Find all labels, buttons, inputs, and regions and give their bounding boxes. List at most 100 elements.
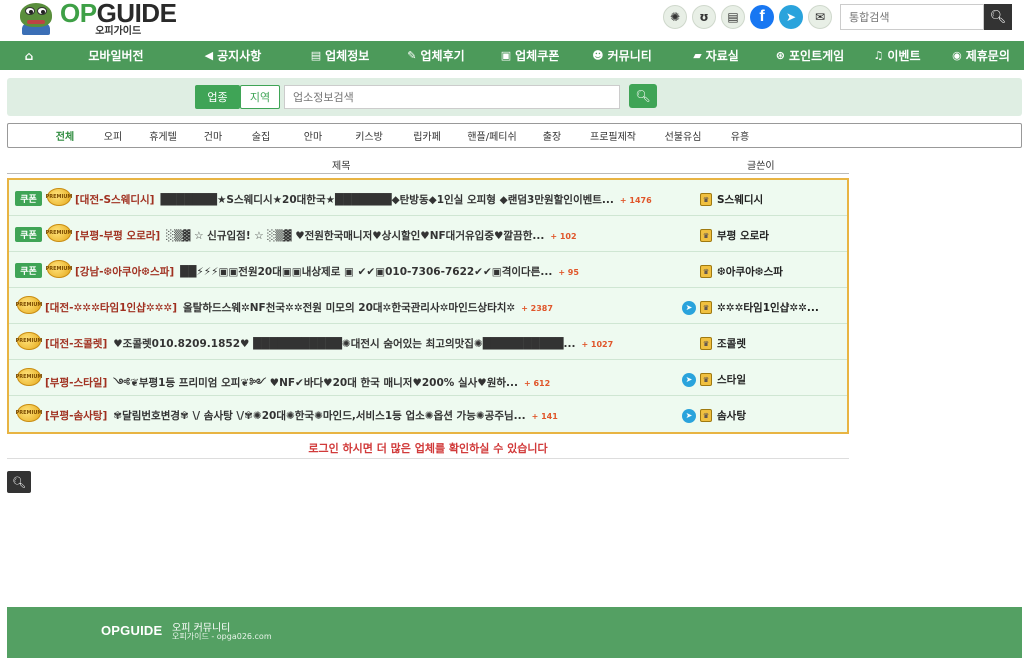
column-title: 제목 bbox=[332, 161, 351, 172]
telegram-icon[interactable]: ➤ bbox=[682, 372, 696, 387]
nav-company-info[interactable]: ▤ 업체정보 bbox=[292, 41, 388, 70]
listing-writer[interactable]: ♛ 부평 오로라 bbox=[700, 228, 769, 243]
list-search-button[interactable]: 🔍︎ bbox=[7, 471, 31, 493]
nav-company-review[interactable]: ✎ 업체후기 bbox=[388, 41, 484, 70]
facebook-icon[interactable]: f bbox=[750, 5, 774, 29]
coupon-badge: 쿠폰 bbox=[15, 191, 42, 206]
table-row[interactable]: PREMIUM [부평-솜사탕] ✾달림번호변경✾ \/ 솜사탕 \/✾✺20대✺… bbox=[9, 396, 847, 432]
tab-lipcafe[interactable]: 립카페 bbox=[396, 128, 458, 143]
listing-title[interactable]: [대전-조콜렛] ♥조콜렛010.8209.1852♥ ███████████✺대… bbox=[45, 336, 613, 351]
listing-title[interactable]: [대전-S스웨디시] ███████★S스웨디시★20대한국★███████◆탄방… bbox=[75, 192, 652, 207]
nav-company-coupon[interactable]: ▣ 업체쿠폰 bbox=[484, 41, 576, 70]
tab-anma[interactable]: 안마 bbox=[284, 128, 342, 143]
telegram-icon[interactable]: ➤ bbox=[682, 408, 696, 423]
nav-mobile[interactable]: 모바일버전 bbox=[58, 41, 174, 70]
listing-title[interactable]: [강남-❆아쿠아❆스파] ██⚡⚡⚡▣▣전원20대▣▣내상제로 ▣ ✔✔▣010-… bbox=[75, 264, 579, 279]
global-search: 🔍︎ bbox=[840, 4, 1012, 30]
folder-icon: ▰ bbox=[693, 49, 702, 62]
premium-medal-icon: PREMIUM bbox=[46, 260, 72, 278]
search-icon: 🔍︎ bbox=[635, 89, 651, 103]
tab-kissbang[interactable]: 키스방 bbox=[342, 128, 396, 143]
business-search-input[interactable] bbox=[284, 85, 620, 109]
filter-type-button[interactable]: 업종 bbox=[195, 85, 240, 109]
nav-partnership[interactable]: ◉ 제휴문의 bbox=[938, 41, 1024, 70]
mail-icon[interactable]: ✉ bbox=[808, 5, 832, 29]
tab-entertainment[interactable]: 유흥 bbox=[718, 128, 762, 143]
telegram-icon[interactable]: ➤ bbox=[779, 5, 803, 29]
table-row[interactable]: 쿠폰 PREMIUM [강남-❆아쿠아❆스파] ██⚡⚡⚡▣▣전원20대▣▣내상제… bbox=[9, 252, 847, 288]
nav-home[interactable]: ⌂ bbox=[0, 41, 58, 70]
listing-writer[interactable]: ♛ S스웨디시 bbox=[700, 192, 763, 207]
premium-medal-icon: PREMIUM bbox=[16, 368, 42, 386]
home-icon: ⌂ bbox=[24, 48, 34, 63]
login-prompt[interactable]: 로그인 하시면 더 많은 업체를 확인하실 수 있습니다 bbox=[7, 440, 849, 456]
premium-medal-icon: PREMIUM bbox=[16, 296, 42, 314]
tab-suljip[interactable]: 술집 bbox=[238, 128, 284, 143]
nav-event[interactable]: ♫ 이벤트 bbox=[856, 41, 938, 70]
rank-icon: ♛ bbox=[700, 193, 712, 206]
listing-writer[interactable]: ➤ ♛ 스타일 bbox=[682, 372, 746, 387]
logo-text: OPGUIDE bbox=[60, 0, 177, 28]
rank-icon: ♛ bbox=[700, 265, 712, 278]
listing-writer[interactable]: ♛ 조콜렛 bbox=[700, 336, 746, 351]
category-tabs: 전체 오피 휴게텔 건마 술집 안마 키스방 립카페 핸플/페티쉬 출장 프로필… bbox=[7, 123, 1022, 148]
table-row[interactable]: PREMIUM [대전-조콜렛] ♥조콜렛010.8209.1852♥ █████… bbox=[9, 324, 847, 360]
table-row[interactable]: PREMIUM [부평-스타일] ༺❦부평1등 프리미엄 오피❦༻ ♥NF✔바다♥… bbox=[9, 360, 847, 396]
pencil-icon: ✎ bbox=[407, 49, 417, 62]
listing-writer[interactable]: ➤ ♛ 솜사탕 bbox=[682, 408, 746, 423]
table-row[interactable]: PREMIUM [대전-✲✲✲타임1인샵✲✲✲] 올탈하드스웨✲NF천국✲✲전원 … bbox=[9, 288, 847, 324]
nav-point-game[interactable]: ⊛ 포인트게임 bbox=[764, 41, 856, 70]
divider bbox=[7, 458, 849, 459]
party-icon[interactable]: ✺ bbox=[663, 5, 687, 29]
listing-title[interactable]: [부평-솜사탕] ✾달림번호변경✾ \/ 솜사탕 \/✾✺20대✺한국✺마인드,서… bbox=[45, 408, 558, 423]
coupon-badge: 쿠폰 bbox=[15, 263, 42, 278]
global-search-input[interactable] bbox=[840, 4, 984, 30]
nav-archive[interactable]: ▰ 자료실 bbox=[668, 41, 764, 70]
tab-geonma[interactable]: 건마 bbox=[188, 128, 238, 143]
eye-icon: ◉ bbox=[952, 49, 962, 62]
tab-profile[interactable]: 프로필제작 bbox=[578, 128, 648, 143]
site-header: OPGUIDE 오피가이드 ✺ ʊ ▤ f ➤ ✉ 🔍︎ bbox=[0, 0, 1024, 41]
tab-op[interactable]: 오피 bbox=[88, 128, 138, 143]
listing-title[interactable]: [대전-✲✲✲타임1인샵✲✲✲] 올탈하드스웨✲NF천국✲✲전원 미모의 20대✲… bbox=[45, 300, 553, 315]
footer-subtitle: 오피가이드 - opga026.com bbox=[172, 632, 272, 641]
table-header: 제목 글쓴이 bbox=[7, 150, 849, 174]
site-footer: OPGUIDE 오피 커뮤니티 오피가이드 - opga026.com bbox=[7, 607, 1022, 658]
tab-prepaid-usim[interactable]: 선불유심 bbox=[648, 128, 718, 143]
rank-icon: ♛ bbox=[700, 409, 712, 422]
telegram-icon[interactable]: ➤ bbox=[682, 300, 696, 315]
search-icon: 🔍︎ bbox=[12, 475, 26, 489]
premium-listing-table: 쿠폰 PREMIUM [대전-S스웨디시] ███████★S스웨디시★20대한국… bbox=[7, 178, 849, 434]
social-links: ✺ ʊ ▤ f ➤ ✉ bbox=[663, 5, 832, 29]
bunny-icon[interactable]: ʊ bbox=[692, 5, 716, 29]
business-search-button[interactable]: 🔍︎ bbox=[629, 84, 657, 108]
coupon-badge: 쿠폰 bbox=[15, 227, 42, 242]
global-search-button[interactable]: 🔍︎ bbox=[984, 4, 1012, 30]
filter-region-button[interactable]: 지역 bbox=[240, 85, 280, 109]
bell-icon: ♫ bbox=[873, 49, 884, 62]
nav-notice[interactable]: ◀ 공지사항 bbox=[174, 41, 292, 70]
listing-writer[interactable]: ➤ ♛ ✲✲✲타임1인샵✲✲... bbox=[682, 300, 819, 315]
premium-medal-icon: PREMIUM bbox=[46, 224, 72, 242]
footer-logo: OPGUIDE bbox=[101, 623, 163, 638]
premium-medal-icon: PREMIUM bbox=[16, 404, 42, 422]
tab-all[interactable]: 전체 bbox=[42, 128, 88, 143]
premium-medal-icon: PREMIUM bbox=[46, 188, 72, 206]
listing-title[interactable]: [부평-부평 오로라] ░▒▓ ☆ 신규입점! ☆ ░▒▓ ♥전원한국매니저♥상시… bbox=[75, 228, 577, 243]
tab-chuljang[interactable]: 출장 bbox=[526, 128, 578, 143]
tab-hugetel[interactable]: 휴게텔 bbox=[138, 128, 188, 143]
site-logo[interactable]: OPGUIDE 오피가이드 bbox=[16, 0, 177, 36]
gift-icon: ▣ bbox=[500, 49, 512, 62]
nav-community[interactable]: ☻ 커뮤니티 bbox=[576, 41, 668, 70]
listing-writer[interactable]: ♛ ❆아쿠아❆스파 bbox=[700, 264, 783, 279]
rank-icon: ♛ bbox=[700, 373, 712, 386]
table-row[interactable]: 쿠폰 PREMIUM [대전-S스웨디시] ███████★S스웨디시★20대한국… bbox=[9, 180, 847, 216]
tab-handple[interactable]: 핸플/페티쉬 bbox=[458, 128, 526, 143]
list-icon: ▤ bbox=[310, 49, 322, 62]
rank-icon: ♛ bbox=[700, 301, 712, 314]
frog-mascot-icon bbox=[16, 1, 56, 35]
table-row[interactable]: 쿠폰 PREMIUM [부평-부평 오로라] ░▒▓ ☆ 신규입점! ☆ ░▒▓ … bbox=[9, 216, 847, 252]
premium-medal-icon: PREMIUM bbox=[16, 332, 42, 350]
kakao-story-icon[interactable]: ▤ bbox=[721, 5, 745, 29]
gamepad-icon: ⊛ bbox=[775, 49, 785, 62]
